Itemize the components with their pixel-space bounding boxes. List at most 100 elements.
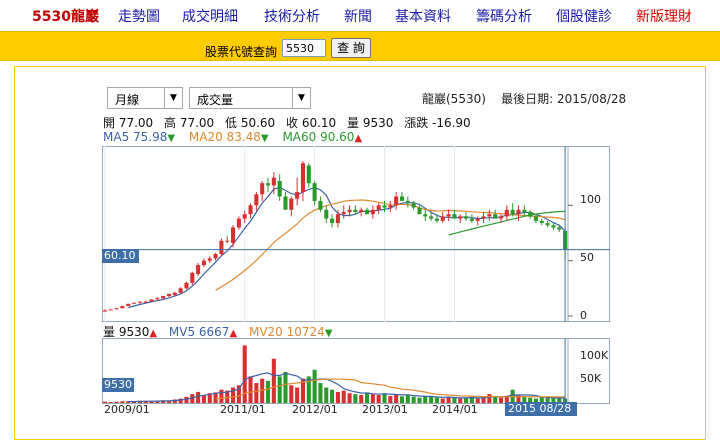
candle-body [300, 163, 306, 193]
volume-bar [265, 380, 271, 403]
ma60-label: MA60 90.60▲ [282, 130, 362, 144]
x-tick-2012: 2012/01 [292, 403, 338, 416]
volume-bar [399, 396, 405, 403]
candle-body [248, 205, 253, 215]
mv20-label: MV20 10724▼ [249, 325, 333, 339]
candle-body [417, 207, 422, 215]
candle-body [399, 196, 405, 201]
volume-bar [417, 397, 422, 403]
x-tick-2011: 2011/01 [220, 403, 266, 416]
candle-body [330, 218, 335, 224]
nav-item-basic-info[interactable]: 基本資料 [395, 6, 451, 26]
volume-bar [341, 390, 346, 403]
volume-bar [312, 369, 317, 403]
ma20-label: MA20 83.48▼ [189, 130, 269, 144]
candle-body [423, 214, 428, 217]
candle-body [161, 296, 166, 299]
candle-body [172, 292, 177, 295]
nav-item-health-check[interactable]: 個股健診 [556, 6, 612, 26]
top-nav: 5530龍巖 走勢圖 成交明細 技術分析 新聞 基本資料 籌碼分析 個股健診 新… [0, 0, 720, 30]
down-triangle-icon: ▼ [167, 133, 176, 144]
y-tick-100: 100 [580, 193, 601, 206]
volume-bar [498, 397, 504, 403]
y-tick-0: 0 [580, 309, 587, 322]
candle-body [487, 214, 492, 217]
last-date: 最後日期: 2015/08/28 [501, 92, 627, 106]
candle-body [446, 214, 451, 217]
ma-legend: MA5 75.98▼ MA20 83.48▼ MA60 90.60▲ [103, 130, 372, 144]
candle-body [271, 177, 276, 186]
volume-bar [353, 394, 358, 403]
ma20-value: MA20 83.48 [188, 130, 261, 144]
candle-body [318, 200, 323, 210]
candle-body [196, 265, 201, 274]
ohlc-high: 高 77.00 [164, 116, 215, 130]
candle-body [155, 298, 160, 300]
ohlc-low: 低 50.60 [225, 116, 276, 130]
candle-body [231, 227, 236, 243]
mv5-label: MV5 6667▲ [169, 325, 237, 339]
chevron-down-icon[interactable]: ▼ [292, 88, 310, 108]
mv5-value: MV5 6667 [168, 325, 230, 339]
nav-stock-code[interactable]: 5530龍巖 [32, 6, 99, 26]
nav-item-trade-detail[interactable]: 成交明細 [182, 6, 238, 26]
search-button[interactable]: 查 詢 [331, 38, 371, 58]
candle-body [464, 216, 469, 219]
search-label: 股票代號查詢 [205, 45, 278, 59]
stock-code-input[interactable] [282, 39, 326, 57]
candle-body [498, 216, 504, 219]
ma5-line [128, 186, 566, 309]
candle-body [131, 302, 137, 304]
candle-body [260, 183, 265, 195]
period-select[interactable]: 月線 ▼ [107, 87, 183, 109]
candle-body [533, 216, 539, 221]
candle-body [405, 200, 410, 204]
candle-body [388, 205, 393, 208]
candle-body [324, 209, 329, 219]
volume-chart[interactable] [102, 338, 610, 404]
volume-marker: 9530 [102, 378, 134, 392]
candle-body [376, 205, 381, 210]
candle-body [219, 240, 224, 255]
candle-body [557, 227, 562, 230]
candle-body [254, 194, 259, 206]
candle-body [236, 218, 241, 228]
candle-body [429, 216, 434, 219]
nav-item-new-version[interactable]: 新版理財 [636, 6, 692, 26]
volume-bar [405, 395, 410, 403]
candle-body [143, 301, 148, 303]
volume-bar [335, 391, 340, 403]
ma5-label: MA5 75.98▼ [103, 130, 175, 144]
candle-body [114, 308, 119, 310]
candle-body [504, 209, 509, 217]
volume-bar [324, 387, 329, 403]
indicator-select[interactable]: 成交量 ▼ [189, 87, 311, 109]
candlestick-chart[interactable] [102, 146, 610, 322]
candle-body [166, 293, 172, 297]
ma60-value: MA60 90.60 [282, 130, 355, 144]
candle-body [277, 180, 282, 197]
x-tick-2014: 2014/01 [432, 403, 478, 416]
nav-item-trend[interactable]: 走勢圖 [118, 6, 160, 26]
nav-item-chip-analysis[interactable]: 籌碼分析 [476, 6, 532, 26]
candle-body [335, 214, 340, 224]
candle-body [493, 214, 498, 219]
search-bar: 股票代號查詢 查 詢 [0, 31, 720, 61]
stock-name: 龍巖(5530) [422, 92, 486, 106]
volume-bar [271, 358, 276, 403]
x-tick-2009: 2009/01 [104, 403, 150, 416]
candle-body [370, 209, 375, 215]
candle-body [481, 216, 486, 219]
chevron-down-icon[interactable]: ▼ [164, 88, 182, 108]
candle-body [283, 196, 288, 210]
volume-bar [359, 395, 364, 403]
mv20-value: MV20 10724 [248, 325, 325, 339]
nav-item-technical[interactable]: 技術分析 [264, 6, 320, 26]
nav-item-news[interactable]: 新聞 [344, 6, 372, 26]
candle-body [149, 299, 154, 302]
candle-body [207, 258, 212, 261]
ma5-value: MA5 75.98 [103, 130, 168, 144]
candle-body [178, 288, 183, 293]
candle-body [347, 209, 352, 212]
volume-bar [493, 396, 498, 403]
